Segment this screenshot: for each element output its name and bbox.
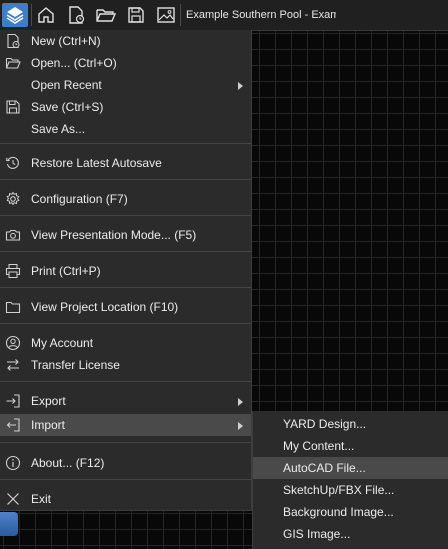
menu-item-exit[interactable]: Exit xyxy=(0,488,251,510)
menu-item-configuration[interactable]: Configuration (F7) xyxy=(0,188,251,210)
submenu-item-sketchup-fbx-label: SketchUp/FBX File... xyxy=(283,483,395,497)
submenu-item-background-image-label: Background Image... xyxy=(283,505,394,519)
file-menu: New (Ctrl+N) Open... (Ctrl+O) Open Recen… xyxy=(0,30,252,511)
menu-divider xyxy=(0,442,251,443)
submenu-item-gis-image[interactable]: GIS Image... xyxy=(253,523,448,545)
menu-item-open-label: Open... (Ctrl+O) xyxy=(31,56,117,70)
open-folder-icon xyxy=(96,9,117,22)
image-button[interactable] xyxy=(154,3,178,27)
printer-icon xyxy=(5,264,21,278)
submenu-item-yard-design-label: YARD Design... xyxy=(283,417,367,431)
submenu-item-sketchup-fbx[interactable]: SketchUp/FBX File... xyxy=(253,479,448,501)
submenu-item-background-image[interactable]: Background Image... xyxy=(253,501,448,523)
submenu-arrow-icon xyxy=(238,422,243,430)
app-logo-button[interactable] xyxy=(2,3,28,27)
menu-item-configuration-label: Configuration (F7) xyxy=(31,192,128,206)
new-file-button[interactable] xyxy=(64,3,88,27)
menu-divider xyxy=(0,143,251,144)
open-folder-button[interactable] xyxy=(94,3,118,27)
menu-item-presentation-mode[interactable]: View Presentation Mode... (F5) xyxy=(0,224,251,246)
app-logo-icon xyxy=(6,7,24,24)
menu-item-open[interactable]: Open... (Ctrl+O) xyxy=(0,52,251,74)
menu-item-print[interactable]: Print (Ctrl+P) xyxy=(0,260,251,282)
menu-item-export-label: Export xyxy=(31,394,66,408)
menu-item-restore-autosave[interactable]: Restore Latest Autosave xyxy=(0,152,251,174)
menu-item-save-label: Save (Ctrl+S) xyxy=(31,100,104,114)
save-icon xyxy=(6,100,20,114)
menu-item-save[interactable]: Save (Ctrl+S) xyxy=(0,96,251,118)
image-icon xyxy=(157,7,175,23)
menu-divider xyxy=(0,179,251,180)
menu-item-transfer-license[interactable]: Transfer License xyxy=(0,354,251,376)
menu-item-about-label: About... (F12) xyxy=(31,456,105,470)
import-submenu: YARD Design... My Content... AutoCAD Fil… xyxy=(252,411,448,549)
user-account-icon xyxy=(5,335,21,351)
new-file-icon xyxy=(7,33,20,49)
submenu-item-my-content-label: My Content... xyxy=(283,439,355,453)
import-icon xyxy=(6,418,20,432)
transfer-arrows-icon xyxy=(7,359,19,371)
save-icon xyxy=(128,7,144,23)
submenu-item-yard-design[interactable]: YARD Design... xyxy=(253,413,448,435)
menu-divider xyxy=(0,251,251,252)
menu-item-import-label: Import xyxy=(31,418,66,432)
menu-item-save-as[interactable]: Save As... xyxy=(0,118,251,140)
submenu-arrow-icon xyxy=(238,398,243,406)
menu-item-new-label: New (Ctrl+N) xyxy=(31,34,101,48)
restore-icon xyxy=(6,156,19,169)
new-file-icon xyxy=(69,6,85,24)
gear-icon xyxy=(6,191,20,206)
menu-item-open-recent-label: Open Recent xyxy=(31,78,102,92)
menu-divider xyxy=(0,381,251,382)
menu-item-print-label: Print (Ctrl+P) xyxy=(31,264,101,278)
menu-item-project-location-label: View Project Location (F10) xyxy=(31,300,179,314)
menu-item-project-location[interactable]: View Project Location (F10) xyxy=(0,296,251,318)
home-icon xyxy=(38,7,54,23)
menu-divider xyxy=(0,479,251,480)
menu-divider xyxy=(0,323,251,324)
submenu-item-my-content[interactable]: My Content... xyxy=(253,435,448,457)
folder-icon xyxy=(5,301,21,314)
open-folder-icon xyxy=(5,57,21,69)
close-icon xyxy=(7,493,19,505)
submenu-item-autocad-file-label: AutoCAD File... xyxy=(283,461,366,475)
menu-item-export[interactable]: Export xyxy=(0,390,251,412)
home-button[interactable] xyxy=(34,3,58,27)
window-title: Example Southern Pool - Examp xyxy=(186,9,336,21)
menu-divider xyxy=(0,215,251,216)
menu-divider xyxy=(0,287,251,288)
submenu-item-gis-image-label: GIS Image... xyxy=(283,527,351,541)
menu-item-open-recent[interactable]: Open Recent xyxy=(0,74,251,96)
menu-item-save-as-label: Save As... xyxy=(31,122,86,136)
camera-icon xyxy=(5,229,21,241)
menu-item-transfer-license-label: Transfer License xyxy=(31,358,120,372)
menu-item-import[interactable]: Import xyxy=(0,414,251,436)
side-panel-tab[interactable] xyxy=(0,512,18,536)
top-toolbar: Example Southern Pool - Examp xyxy=(0,0,448,31)
info-icon xyxy=(5,455,21,471)
submenu-item-autocad-file[interactable]: AutoCAD File... xyxy=(253,457,448,479)
submenu-arrow-icon xyxy=(238,82,243,90)
menu-item-my-account-label: My Account xyxy=(31,336,94,350)
menu-item-restore-label: Restore Latest Autosave xyxy=(31,156,162,170)
menu-item-my-account[interactable]: My Account xyxy=(0,332,251,354)
save-button[interactable] xyxy=(124,3,148,27)
menu-item-exit-label: Exit xyxy=(31,492,52,506)
menu-item-presentation-label: View Presentation Mode... (F5) xyxy=(31,228,197,242)
export-icon xyxy=(6,394,20,408)
menu-item-new[interactable]: New (Ctrl+N) xyxy=(0,30,251,52)
menu-item-about[interactable]: About... (F12) xyxy=(0,452,251,474)
